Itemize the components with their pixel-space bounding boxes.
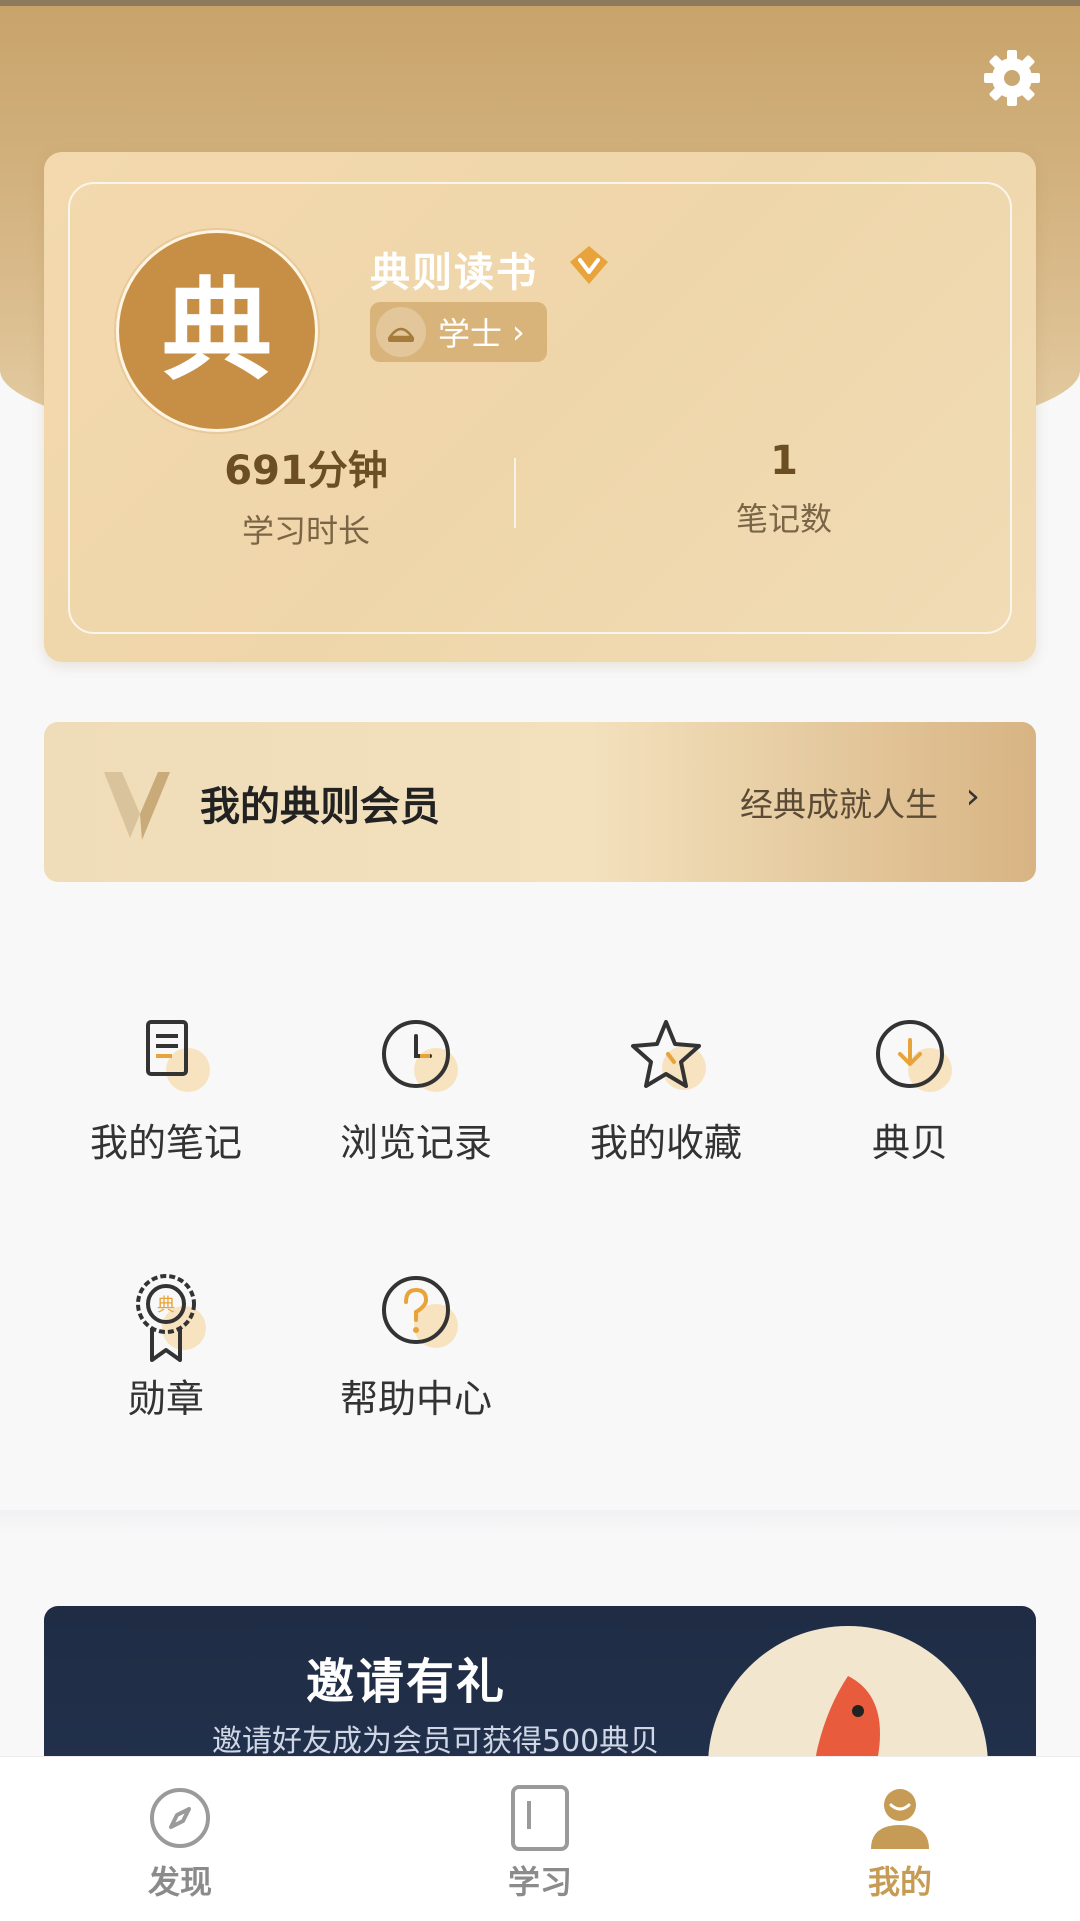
menu-label: 勋章 — [127, 1377, 204, 1421]
compass-icon — [150, 1788, 210, 1848]
stat-study-time[interactable]: 691分钟 学习时长 — [126, 438, 486, 552]
username[interactable]: 典则读书 — [370, 240, 538, 298]
membership-banner[interactable]: 我的典则会员 经典成就人生 › — [44, 722, 1036, 882]
invite-title: 邀请有礼 — [306, 1654, 507, 1710]
menu-label: 我的笔记 — [89, 1121, 242, 1165]
rank-badge[interactable]: 学士 › — [370, 302, 547, 362]
favorite-star-icon — [631, 1020, 706, 1090]
stat-label: 笔记数 — [735, 500, 832, 538]
tab-discover[interactable]: 发现 — [0, 1757, 360, 1921]
avatar-logo: 典 — [162, 267, 272, 395]
book-icon — [511, 1785, 569, 1851]
menu-help-center[interactable]: 帮助中心 — [296, 1270, 536, 1460]
tab-label: 我的 — [867, 1863, 932, 1901]
menu-medals[interactable]: 典 勋章 — [46, 1270, 286, 1460]
scholar-hat-icon — [376, 307, 426, 357]
status-strip — [0, 0, 1080, 6]
tab-mine[interactable]: 我的 — [720, 1757, 1080, 1921]
help-icon — [382, 1276, 458, 1348]
vip-diamond-icon — [570, 246, 608, 284]
profile-card: 典 典则读书 学士 › 691分钟 学习时长 1 笔记数 — [44, 152, 1036, 662]
menu-favorites[interactable]: 我的收藏 — [546, 1014, 786, 1204]
avatar[interactable]: 典 — [116, 230, 318, 432]
menu-label: 典贝 — [871, 1121, 948, 1165]
membership-subtitle: 经典成就人生 — [740, 785, 938, 824]
stat-label: 学习时长 — [241, 512, 370, 550]
menu-label: 浏览记录 — [339, 1121, 492, 1165]
section-divider — [0, 1510, 1080, 1534]
membership-title: 我的典则会员 — [200, 784, 440, 830]
user-icon — [871, 1789, 929, 1849]
medal-icon: 典 — [136, 1274, 206, 1362]
gear-icon — [984, 50, 1040, 106]
svg-text:典: 典 — [157, 1295, 175, 1316]
bottom-tab-bar: 发现 学习 我的 — [0, 1756, 1080, 1921]
tab-study[interactable]: 学习 — [360, 1757, 720, 1921]
vip-logo-icon — [104, 772, 170, 840]
history-clock-icon — [382, 1020, 458, 1092]
menu-coins[interactable]: 典贝 — [790, 1014, 1030, 1204]
notes-icon — [146, 1020, 210, 1092]
stat-notes-count[interactable]: 1 笔记数 — [604, 438, 964, 540]
chevron-right-icon: › — [512, 313, 525, 351]
settings-button[interactable] — [980, 46, 1044, 110]
stat-value: 1 — [770, 438, 798, 484]
menu-label: 帮助中心 — [339, 1377, 492, 1421]
chevron-right-icon: › — [965, 776, 980, 817]
menu-my-notes[interactable]: 我的笔记 — [46, 1014, 286, 1204]
stat-divider — [514, 458, 516, 528]
coin-download-icon — [876, 1020, 952, 1092]
menu-label: 我的收藏 — [589, 1121, 742, 1165]
tab-label: 发现 — [147, 1863, 212, 1901]
invite-subtitle: 邀请好友成为会员可获得500典贝 — [212, 1724, 660, 1759]
stat-value: 691分钟 — [224, 448, 388, 494]
rank-label: 学士 — [438, 315, 503, 353]
tab-label: 学习 — [507, 1863, 572, 1901]
menu-history[interactable]: 浏览记录 — [296, 1014, 536, 1204]
